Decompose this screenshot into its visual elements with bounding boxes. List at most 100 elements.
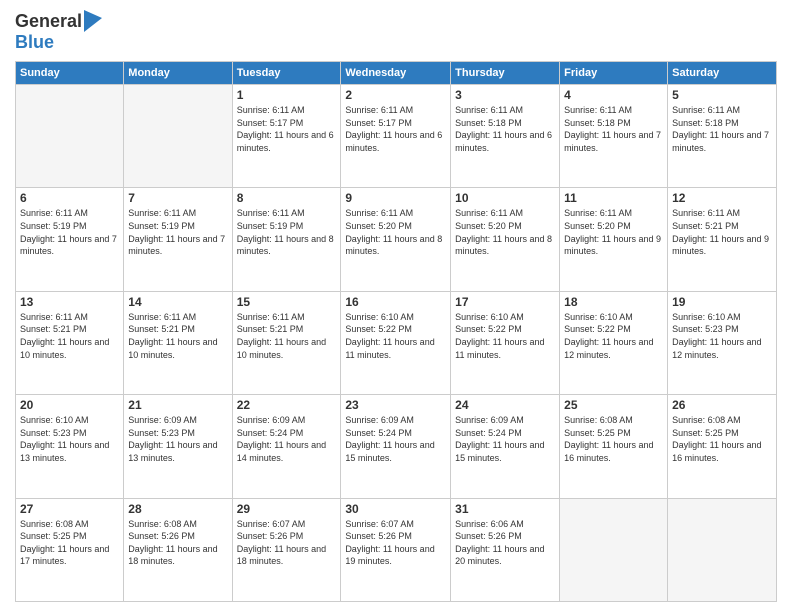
day-info: Sunrise: 6:10 AMSunset: 5:22 PMDaylight:… [564,311,663,361]
day-number: 11 [564,191,663,205]
day-info: Sunrise: 6:09 AMSunset: 5:23 PMDaylight:… [128,414,227,464]
day-number: 30 [345,502,446,516]
day-number: 22 [237,398,337,412]
weekday-header: Saturday [668,62,777,85]
logo-blue: Blue [15,32,54,52]
day-number: 25 [564,398,663,412]
day-info: Sunrise: 6:11 AMSunset: 5:20 PMDaylight:… [345,207,446,257]
logo-general: General [15,11,82,32]
day-info: Sunrise: 6:07 AMSunset: 5:26 PMDaylight:… [237,518,337,568]
weekday-header: Monday [124,62,232,85]
day-info: Sunrise: 6:11 AMSunset: 5:19 PMDaylight:… [128,207,227,257]
calendar-cell: 23 Sunrise: 6:09 AMSunset: 5:24 PMDayligh… [341,395,451,498]
calendar-cell [668,498,777,601]
calendar-cell: 5 Sunrise: 6:11 AMSunset: 5:18 PMDaylight… [668,85,777,188]
calendar-cell: 18 Sunrise: 6:10 AMSunset: 5:22 PMDayligh… [560,291,668,394]
day-number: 8 [237,191,337,205]
day-number: 9 [345,191,446,205]
calendar-cell: 1Sunrise: 6:11 AMSunset: 5:17 PMDaylight… [232,85,341,188]
day-info: Sunrise: 6:06 AMSunset: 5:26 PMDaylight:… [455,518,555,568]
calendar-cell: 19Sunrise: 6:10 AMSunset: 5:23 PMDayligh… [668,291,777,394]
calendar-cell: 14 Sunrise: 6:11 AMSunset: 5:21 PMDayligh… [124,291,232,394]
calendar-cell: 25 Sunrise: 6:08 AMSunset: 5:25 PMDayligh… [560,395,668,498]
weekday-header: Wednesday [341,62,451,85]
day-number: 4 [564,88,663,102]
calendar-cell: 27 Sunrise: 6:08 AMSunset: 5:25 PMDayligh… [16,498,124,601]
day-number: 1 [237,88,337,102]
calendar-cell: 29 Sunrise: 6:07 AMSunset: 5:26 PMDayligh… [232,498,341,601]
day-info: Sunrise: 6:10 AMSunset: 5:22 PMDaylight:… [455,311,555,361]
calendar-cell [16,85,124,188]
day-number: 29 [237,502,337,516]
day-info: Sunrise: 6:11 AMSunset: 5:17 PMDaylight:… [345,104,446,154]
calendar-cell: 21 Sunrise: 6:09 AMSunset: 5:23 PMDayligh… [124,395,232,498]
day-number: 13 [20,295,119,309]
day-number: 16 [345,295,446,309]
day-info: Sunrise: 6:09 AMSunset: 5:24 PMDaylight:… [345,414,446,464]
calendar-cell: 8 Sunrise: 6:11 AMSunset: 5:19 PMDaylight… [232,188,341,291]
weekday-header: Thursday [451,62,560,85]
calendar-cell: 9 Sunrise: 6:11 AMSunset: 5:20 PMDaylight… [341,188,451,291]
logo-icon [84,10,102,32]
page: General Blue SundayMondayTuesdayWednesda… [0,0,792,612]
day-number: 21 [128,398,227,412]
day-info: Sunrise: 6:08 AMSunset: 5:25 PMDaylight:… [20,518,119,568]
calendar-cell [560,498,668,601]
day-info: Sunrise: 6:10 AMSunset: 5:23 PMDaylight:… [672,311,772,361]
day-number: 15 [237,295,337,309]
week-row: 13 Sunrise: 6:11 AMSunset: 5:21 PMDayligh… [16,291,777,394]
day-number: 12 [672,191,772,205]
calendar-cell: 28 Sunrise: 6:08 AMSunset: 5:26 PMDayligh… [124,498,232,601]
weekday-header-row: SundayMondayTuesdayWednesdayThursdayFrid… [16,62,777,85]
day-info: Sunrise: 6:08 AMSunset: 5:26 PMDaylight:… [128,518,227,568]
week-row: 6 Sunrise: 6:11 AMSunset: 5:19 PMDaylight… [16,188,777,291]
day-number: 26 [672,398,772,412]
calendar-cell: 17Sunrise: 6:10 AMSunset: 5:22 PMDayligh… [451,291,560,394]
day-number: 28 [128,502,227,516]
day-info: Sunrise: 6:11 AMSunset: 5:20 PMDaylight:… [564,207,663,257]
day-number: 10 [455,191,555,205]
day-number: 6 [20,191,119,205]
day-info: Sunrise: 6:10 AMSunset: 5:22 PMDaylight:… [345,311,446,361]
day-number: 14 [128,295,227,309]
weekday-header: Friday [560,62,668,85]
calendar-cell: 3Sunrise: 6:11 AMSunset: 5:18 PMDaylight… [451,85,560,188]
day-info: Sunrise: 6:09 AMSunset: 5:24 PMDaylight:… [455,414,555,464]
day-info: Sunrise: 6:11 AMSunset: 5:21 PMDaylight:… [20,311,119,361]
day-number: 18 [564,295,663,309]
calendar-cell: 20Sunrise: 6:10 AMSunset: 5:23 PMDayligh… [16,395,124,498]
header: General Blue [15,10,777,53]
calendar-cell: 11 Sunrise: 6:11 AMSunset: 5:20 PMDayligh… [560,188,668,291]
calendar-cell: 6Sunrise: 6:11 AMSunset: 5:19 PMDaylight… [16,188,124,291]
day-info: Sunrise: 6:10 AMSunset: 5:23 PMDaylight:… [20,414,119,464]
week-row: 20Sunrise: 6:10 AMSunset: 5:23 PMDayligh… [16,395,777,498]
day-info: Sunrise: 6:09 AMSunset: 5:24 PMDaylight:… [237,414,337,464]
day-info: Sunrise: 6:08 AMSunset: 5:25 PMDaylight:… [672,414,772,464]
day-info: Sunrise: 6:11 AMSunset: 5:20 PMDaylight:… [455,207,555,257]
calendar-cell: 30 Sunrise: 6:07 AMSunset: 5:26 PMDayligh… [341,498,451,601]
week-row: 1 Sunrise: 6:11 AMSunset: 5:17 PMDaylight… [16,85,777,188]
calendar-cell: 2 Sunrise: 6:11 AMSunset: 5:17 PMDaylight… [341,85,451,188]
day-info: Sunrise: 6:11 AMSunset: 5:21 PMDaylight:… [128,311,227,361]
day-number: 27 [20,502,119,516]
day-info: Sunrise: 6:08 AMSunset: 5:25 PMDaylight:… [564,414,663,464]
weekday-header: Sunday [16,62,124,85]
calendar-cell: 31Sunrise: 6:06 AMSunset: 5:26 PMDayligh… [451,498,560,601]
logo: General Blue [15,10,102,53]
calendar-cell: 22 Sunrise: 6:09 AMSunset: 5:24 PMDayligh… [232,395,341,498]
week-row: 27 Sunrise: 6:08 AMSunset: 5:25 PMDayligh… [16,498,777,601]
calendar-cell: 7Sunrise: 6:11 AMSunset: 5:19 PMDaylight… [124,188,232,291]
day-info: Sunrise: 6:11 AMSunset: 5:19 PMDaylight:… [237,207,337,257]
calendar-cell: 15Sunrise: 6:11 AMSunset: 5:21 PMDayligh… [232,291,341,394]
calendar-cell: 26 Sunrise: 6:08 AMSunset: 5:25 PMDayligh… [668,395,777,498]
day-info: Sunrise: 6:11 AMSunset: 5:18 PMDaylight:… [455,104,555,154]
day-number: 23 [345,398,446,412]
calendar-cell: 16 Sunrise: 6:10 AMSunset: 5:22 PMDayligh… [341,291,451,394]
day-info: Sunrise: 6:11 AMSunset: 5:18 PMDaylight:… [564,104,663,154]
calendar-cell: 24Sunrise: 6:09 AMSunset: 5:24 PMDayligh… [451,395,560,498]
day-number: 5 [672,88,772,102]
day-info: Sunrise: 6:11 AMSunset: 5:21 PMDaylight:… [672,207,772,257]
day-info: Sunrise: 6:07 AMSunset: 5:26 PMDaylight:… [345,518,446,568]
day-number: 2 [345,88,446,102]
day-info: Sunrise: 6:11 AMSunset: 5:18 PMDaylight:… [672,104,772,154]
